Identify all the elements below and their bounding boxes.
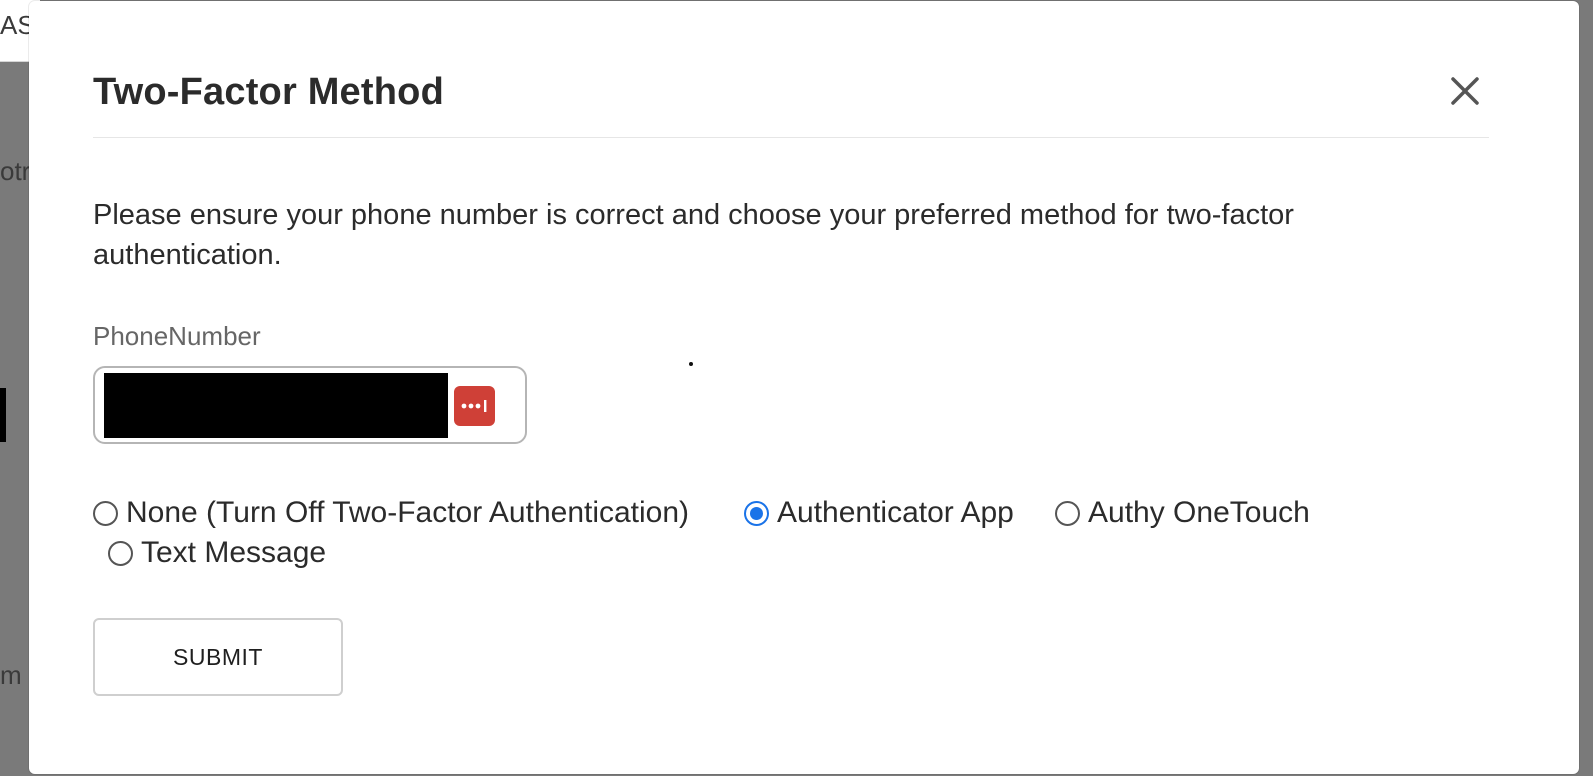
radio-label-authy-onetouch: Authy OneTouch [1088,496,1310,529]
radio-option-none[interactable]: None (Turn Off Two-Factor Authentication… [93,496,689,530]
radio-none[interactable] [93,500,118,526]
modal-title: Two-Factor Method [93,71,444,113]
close-icon [1451,77,1479,105]
radio-authenticator-app[interactable] [744,500,769,526]
radio-option-authy-onetouch[interactable]: Authy OneTouch [1055,496,1310,530]
radio-option-text-message[interactable]: Text Message [108,536,326,570]
phone-number-label: PhoneNumber [93,321,261,351]
radio-option-authenticator-app[interactable]: Authenticator App [744,496,1014,530]
background-block [0,388,6,442]
header-divider [93,137,1489,138]
password-manager-icon[interactable] [454,386,495,426]
modal-description: Please ensure your phone number is corre… [93,199,1294,271]
phone-number-input[interactable] [104,373,448,438]
radio-label-text-message: Text Message [141,536,327,569]
radio-label-authenticator-app: Authenticator App [777,496,1014,529]
phone-number-field [93,366,527,444]
background-text-bottom: m [0,660,22,690]
close-button[interactable] [1443,69,1487,113]
radio-text-message[interactable] [108,540,133,566]
two-factor-modal: Two-Factor Method Please ensure your pho… [29,1,1579,774]
radio-authy-onetouch[interactable] [1055,500,1080,526]
radio-label-none: None (Turn Off Two-Factor Authentication… [126,496,690,529]
submit-button[interactable]: SUBMIT [93,618,343,696]
stray-dot [689,362,693,366]
